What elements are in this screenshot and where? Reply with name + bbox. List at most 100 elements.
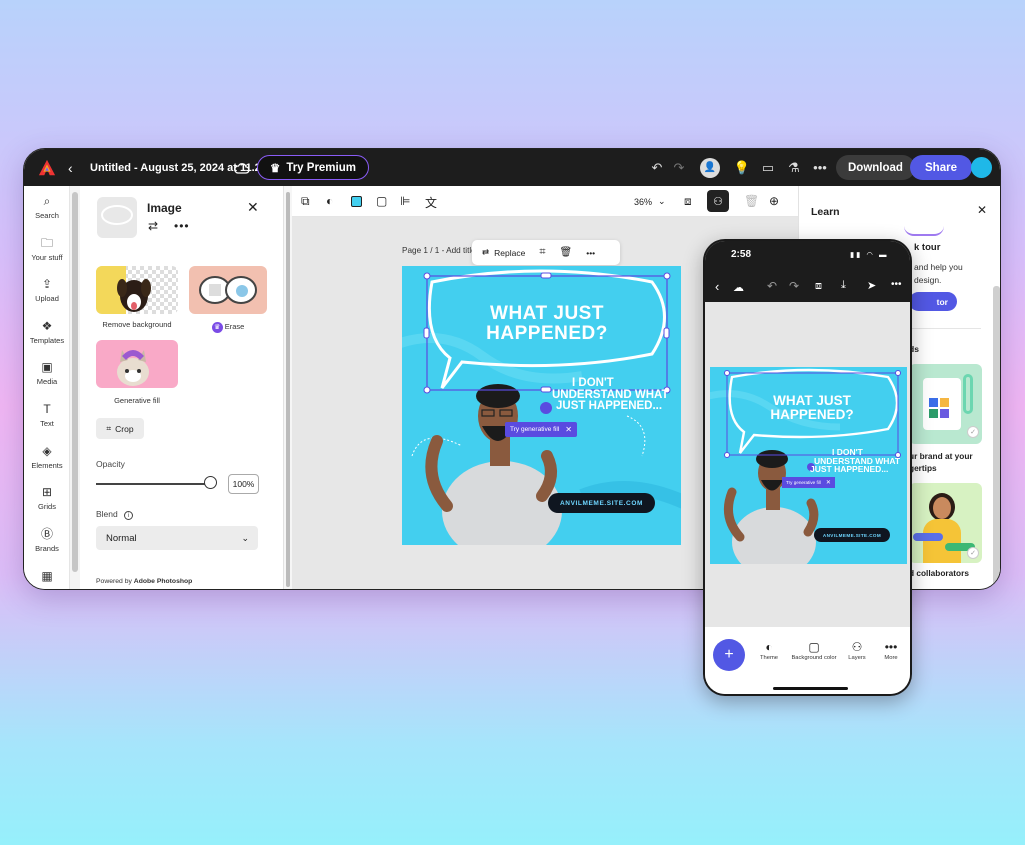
redo-icon[interactable]: ↷ <box>668 149 690 186</box>
panel-scrollbar[interactable] <box>284 186 292 589</box>
brands-icon: Ⓑ <box>40 527 53 541</box>
trash-icon[interactable]: 🗑 <box>744 194 759 208</box>
back-chevron-icon[interactable]: ‹ <box>68 149 73 186</box>
more-button[interactable]: ••• More <box>871 639 910 661</box>
learn-title: Learn <box>811 206 840 218</box>
more-icon[interactable]: ••• <box>586 248 595 258</box>
theme-button[interactable]: ◐ Theme <box>749 639 789 661</box>
undo-icon[interactable]: ↶ <box>767 279 777 293</box>
generative-fill-label: Generative fill <box>114 396 160 405</box>
close-icon[interactable]: ✕ <box>565 425 572 434</box>
rail-brands[interactable]: Ⓑ Brands <box>24 527 70 553</box>
phone-try-generative-fill-chip[interactable]: Try generative fill ✕ <box>782 477 835 488</box>
learn-scrollbar[interactable] <box>993 286 1000 586</box>
phone-bottom-bar: + ◐ Theme ▢ Background color ⚇ Layers ••• Mo… <box>705 627 910 694</box>
close-icon[interactable]: ✕ <box>826 479 831 486</box>
erase-label-row: ♛ Erase <box>178 322 278 333</box>
opacity-slider-track[interactable] <box>96 483 214 485</box>
rail-label: Upload <box>35 294 59 303</box>
flask-icon[interactable]: ⚗ <box>783 149 805 186</box>
opacity-value-field[interactable]: 100% <box>228 474 259 494</box>
generative-fill-card[interactable] <box>96 340 178 388</box>
palette-icon[interactable]: ◐ <box>326 194 333 208</box>
trash-icon[interactable]: 🗑 <box>560 247 573 258</box>
animate-icon[interactable]: ⧉ <box>301 194 310 209</box>
align-icon[interactable]: ⊫ <box>400 194 410 208</box>
rail-scrollbar[interactable] <box>70 186 80 589</box>
media-icon: ▣ <box>41 360 53 374</box>
more-icon[interactable]: ••• <box>174 219 190 233</box>
canvas-toolbar: ⧉ ◐ ▢ ⊫ 文 36% ⌄ ⧈ ⚇ 🗑 ⊕ <box>292 186 798 217</box>
brand-card-image[interactable]: ✓ <box>909 364 982 444</box>
more-icon[interactable]: ••• <box>891 279 902 290</box>
info-icon[interactable]: i <box>124 511 134 520</box>
try-generative-fill-label: Try generative fill <box>510 426 560 433</box>
background-color-button[interactable]: ▢ Background color <box>791 639 837 661</box>
document-title[interactable]: Untitled - August 25, 2024 at 11.22.13 <box>90 149 282 186</box>
close-icon[interactable]: ✕ <box>977 203 987 217</box>
fill-color-icon[interactable] <box>351 196 362 207</box>
rail-text[interactable]: T Text <box>24 402 70 428</box>
crop-icon[interactable]: ⌗ <box>539 246 545 259</box>
download-button[interactable]: Download <box>836 155 915 180</box>
back-chevron-icon[interactable]: ‹ <box>715 279 719 294</box>
download-icon[interactable]: ⤓ <box>841 279 846 292</box>
meme-design[interactable]: WHAT JUST HAPPENED? I DON'T UNDERSTAND W… <box>402 266 681 545</box>
border-icon[interactable]: ▢ <box>376 194 387 208</box>
add-button[interactable]: + <box>713 639 745 671</box>
lightbulb-icon[interactable]: 💡 <box>731 149 753 186</box>
adobe-express-logo[interactable] <box>38 149 56 186</box>
brand-card-label[interactable]: ur brand at your gertips <box>909 450 973 474</box>
remove-background-label: Remove background <box>102 320 172 329</box>
replace-image-icon[interactable]: ⇄ <box>148 219 158 233</box>
cloud-sync-icon[interactable]: ☁ <box>733 281 744 294</box>
background-color-icon: ▢ <box>808 640 820 654</box>
more-icon[interactable]: ••• <box>809 149 831 186</box>
search-icon: ⌕ <box>43 194 51 208</box>
subtext[interactable]: I DON'T UNDERSTAND WHAT JUST HAPPENED... <box>552 377 681 413</box>
translate-icon[interactable]: 文 <box>425 194 437 211</box>
crop-button[interactable]: ⌗ Crop <box>96 418 144 439</box>
share-button[interactable]: Share <box>910 155 972 180</box>
collaborators-card-label[interactable]: d collaborators <box>909 568 969 578</box>
blend-mode-select[interactable]: Normal ⌄ <box>96 526 258 550</box>
powered-by-text: Powered by Adobe Photoshop <box>96 578 192 585</box>
rail-more[interactable]: ▦ <box>24 569 70 586</box>
rail-search[interactable]: ⌕ Search <box>24 194 70 220</box>
send-icon[interactable]: ➤ <box>867 279 876 292</box>
rail-templates[interactable]: ❖ Templates <box>24 319 70 345</box>
close-icon[interactable]: ✕ <box>247 199 259 216</box>
pages-icon[interactable]: ⧈ <box>815 280 822 293</box>
redo-icon[interactable]: ↷ <box>789 279 799 293</box>
collaborators-card-image[interactable]: ✓ <box>909 483 982 563</box>
remove-background-card[interactable] <box>96 266 178 314</box>
undo-icon[interactable]: ↶ <box>646 149 668 186</box>
rail-upload[interactable]: ⇪ Upload <box>24 277 70 303</box>
replace-button[interactable]: Replace <box>494 248 525 258</box>
erase-card[interactable] <box>189 266 267 314</box>
layers-icon[interactable]: ⚇ <box>707 190 729 212</box>
rail-media[interactable]: ▣ Media <box>24 360 70 386</box>
zoom-level[interactable]: 36% <box>634 197 652 207</box>
rail-your-stuff[interactable]: 🗀 Your stuff <box>24 236 70 262</box>
comment-icon[interactable]: ▭ <box>757 149 779 186</box>
replace-icon[interactable]: ⇄ <box>482 247 489 258</box>
phone-meme-design[interactable]: WHAT JUST HAPPENED? I DON'T UNDERSTAND W… <box>710 367 907 564</box>
cloud-sync-icon[interactable] <box>234 149 250 186</box>
headline-text[interactable]: WHAT JUST HAPPENED? <box>402 304 681 344</box>
try-generative-fill-chip[interactable]: Try generative fill ✕ <box>505 422 577 437</box>
pages-icon[interactable]: ⧈ <box>684 194 692 209</box>
rail-elements[interactable]: ◈ Elements <box>24 444 70 470</box>
opacity-slider-handle[interactable] <box>204 476 217 489</box>
try-premium-button[interactable]: ♛ Try Premium <box>257 155 369 180</box>
add-page-icon[interactable]: ⊕ <box>769 194 779 208</box>
user-avatar[interactable] <box>971 157 992 178</box>
phone-subtext: I DON'T UNDERSTAND WHAT JUST HAPPENED... <box>810 448 900 474</box>
invite-icon[interactable]: 👤 <box>699 149 721 186</box>
url-pill[interactable]: ANVILMEME.SITE.COM <box>548 493 655 513</box>
page-label[interactable]: Page 1 / 1 - Add title <box>402 246 476 255</box>
rail-grids[interactable]: ⊞ Grids <box>24 485 70 511</box>
start-tour-button[interactable]: tor <box>909 292 957 311</box>
zoom-chevron-down-icon[interactable]: ⌄ <box>658 196 666 207</box>
grids-icon: ⊞ <box>41 485 53 499</box>
